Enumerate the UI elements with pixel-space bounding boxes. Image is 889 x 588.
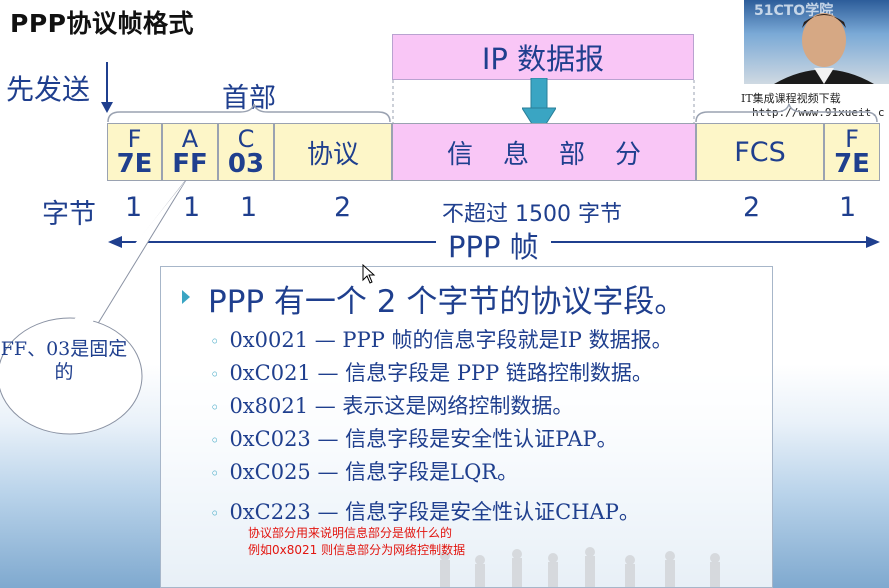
field-fcs: FCS [696, 123, 824, 181]
byte-count: 2 [334, 192, 352, 223]
field-flag-start: F 7E [107, 123, 162, 181]
annotation-note: 协议部分用来说明信息部分是做什么的 [248, 526, 453, 540]
byte-count: 2 [743, 192, 761, 223]
card-heading: PPP 有一个 2 个字节的协议字段。 [208, 284, 686, 320]
protocol-item: ◦ 0xC021 — 信息字段是 PPP 链路控制数据。 [210, 361, 653, 385]
byte-count: 1 [240, 192, 258, 223]
field-hex: 7E [834, 149, 870, 179]
protocol-item: ◦ 0x0021 — PPP 帧的信息字段就是IP 数据报。 [210, 328, 673, 352]
callout-text: FF、03是固定的 [0, 338, 128, 383]
field-address: A FF [162, 123, 218, 181]
field-control: C 03 [218, 123, 274, 181]
field-information: 信息部分 [392, 123, 696, 181]
ip-datagram-box: IP 数据报 [392, 34, 694, 80]
field-protocol: 协议 [274, 123, 392, 181]
field-letter: C [237, 125, 255, 153]
field-flag-end: F 7E [824, 123, 880, 181]
protocol-item: ◦ 0x8021 — 表示这是网络控制数据。 [210, 394, 574, 418]
byte-count: 1 [839, 192, 857, 223]
field-letter: A [181, 125, 199, 153]
field-label: FCS [734, 136, 786, 168]
field-hex: FF [172, 149, 208, 179]
bullet-icon [182, 290, 190, 304]
field-letter: F [845, 125, 859, 153]
annotation-note: 例如0x8021 则信息部分为网络控制数据 [248, 543, 466, 557]
ppp-frame-caption: PPP 帧 [436, 224, 551, 266]
field-label: 协议 [306, 139, 359, 170]
field-hex: 03 [227, 149, 265, 179]
field-label: 信息部分 [446, 139, 671, 170]
ppp-frame-fields: F 7E A FF C 03 协议 信息部分 FCS F 7E [107, 123, 880, 181]
field-hex: 7E [116, 149, 153, 179]
mouse-cursor-icon [362, 264, 376, 284]
field-letter: F [127, 125, 142, 153]
protocol-item: ◦ 0xC025 — 信息字段是LQR。 [210, 460, 519, 484]
protocol-item: ◦ 0xC223 — 信息字段是安全性认证CHAP。 [210, 500, 640, 524]
protocol-item: ◦ 0xC023 — 信息字段是安全性认证PAP。 [210, 427, 618, 451]
